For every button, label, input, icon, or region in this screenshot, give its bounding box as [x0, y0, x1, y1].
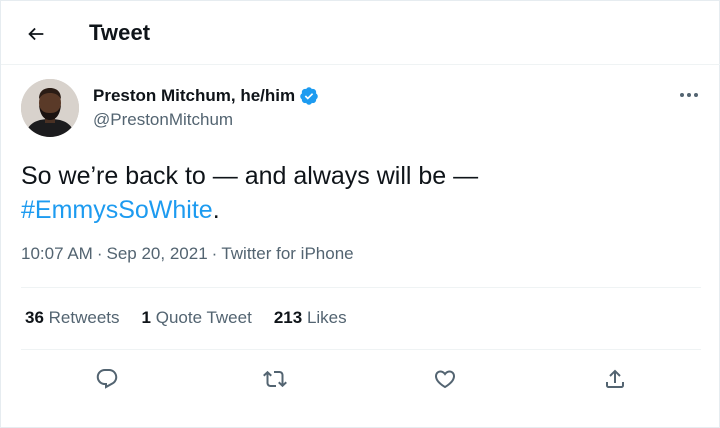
tweet-text-body: So we’re back to — and always will be —	[21, 162, 479, 190]
tweet-stats: 36 Retweets 1 Quote Tweet 213 Likes	[25, 308, 347, 328]
tweet-source[interactable]: Twitter for iPhone	[221, 244, 353, 264]
tweet-time[interactable]: 10:07 AM	[21, 244, 93, 264]
meta-separator: ·	[211, 244, 218, 263]
divider	[21, 287, 701, 288]
share-button[interactable]	[597, 361, 633, 397]
retweet-button[interactable]	[257, 361, 293, 397]
retweets-count: 36	[25, 308, 44, 327]
tweet-actions	[1, 361, 720, 397]
reply-icon	[96, 369, 118, 389]
tweet-meta: 10:07 AM · Sep 20, 2021 · Twitter for iP…	[21, 244, 354, 264]
likes-label: Likes	[306, 308, 347, 327]
more-options-button[interactable]	[677, 85, 701, 105]
hashtag-link[interactable]: #EmmysSoWhite	[21, 196, 213, 224]
page-title: Tweet	[89, 20, 151, 45]
quotes-label: Quote Tweet	[155, 308, 252, 327]
arrow-left-icon	[28, 27, 44, 41]
retweets-stat[interactable]: 36 Retweets	[25, 308, 120, 328]
avatar[interactable]	[21, 79, 79, 137]
tweet-text: So we’re back to — and always will be — …	[21, 159, 701, 227]
like-button[interactable]	[427, 361, 463, 397]
author-name-text: Preston Mitchum, he/him	[93, 86, 296, 105]
quotes-count: 1	[141, 308, 151, 327]
back-button[interactable]	[21, 19, 51, 49]
page-header: Tweet	[1, 1, 720, 65]
meta-separator: ·	[96, 244, 103, 263]
share-icon	[606, 369, 624, 388]
likes-count: 213	[273, 308, 303, 327]
retweet-icon	[263, 370, 287, 388]
divider	[21, 349, 701, 350]
author-handle[interactable]: @PrestonMitchum	[93, 110, 233, 130]
likes-stat[interactable]: 213 Likes	[274, 308, 347, 328]
reply-button[interactable]	[89, 361, 125, 397]
tweet-date[interactable]: Sep 20, 2021	[107, 244, 208, 264]
more-dots-icon	[680, 93, 698, 97]
tweet-page: Tweet Preston Mitchum, he/him @PrestonMi…	[0, 0, 720, 428]
quotes-stat[interactable]: 1 Quote Tweet	[142, 308, 252, 328]
like-icon	[434, 370, 456, 389]
author-name[interactable]: Preston Mitchum, he/him	[93, 86, 319, 106]
retweets-label: Retweets	[48, 308, 120, 327]
tweet-text-end: .	[212, 196, 220, 224]
verified-badge-icon	[300, 87, 318, 105]
